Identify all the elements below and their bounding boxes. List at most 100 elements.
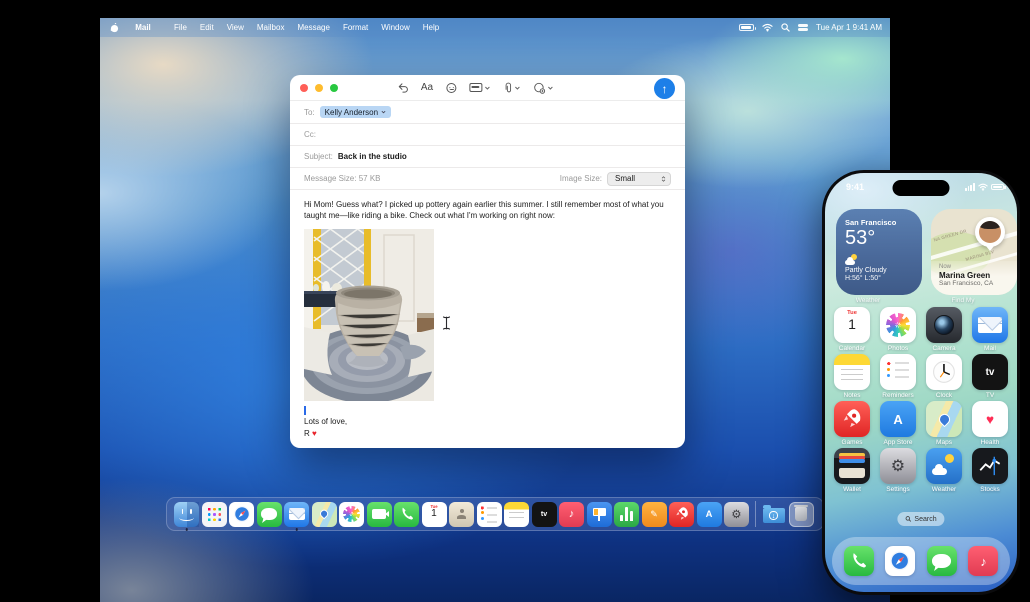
appstore-app-icon[interactable]: A bbox=[880, 401, 916, 437]
wallet-app-icon[interactable] bbox=[834, 448, 870, 484]
weather-widget[interactable]: San Francisco 53° Partly Cloudy H:56° L:… bbox=[836, 209, 922, 295]
app-mail[interactable]: Mail bbox=[972, 307, 1008, 352]
app-appstore[interactable]: A App Store bbox=[880, 401, 916, 446]
dock-reminders-icon[interactable] bbox=[476, 501, 502, 527]
weatherapp-app-icon[interactable] bbox=[926, 448, 962, 484]
iphone-dock-messages-icon[interactable] bbox=[926, 546, 957, 576]
dock-finder-icon[interactable] bbox=[174, 501, 199, 527]
find-my-widget[interactable]: NA GREEN DR MARINA BLV Now Marina Green … bbox=[931, 209, 1017, 295]
battery-icon[interactable] bbox=[739, 24, 757, 31]
app-tv[interactable]: tv TV bbox=[972, 354, 1008, 399]
header-style-button[interactable] bbox=[469, 83, 490, 92]
app-wallet[interactable]: Wallet bbox=[834, 448, 870, 493]
insert-photo-button[interactable] bbox=[533, 82, 553, 94]
app-reminders[interactable]: Reminders bbox=[880, 354, 916, 399]
app-photos[interactable]: Photos bbox=[880, 307, 916, 352]
dock-maps-icon[interactable] bbox=[311, 501, 337, 527]
mail-app-icon[interactable] bbox=[972, 307, 1008, 343]
iphone-dock-music-icon[interactable]: ♪ bbox=[968, 546, 999, 576]
dock-launchpad-icon[interactable] bbox=[201, 501, 227, 527]
menu-item-mailbox[interactable]: Mailbox bbox=[257, 23, 285, 32]
games-app-icon[interactable] bbox=[834, 401, 870, 437]
menu-item-file[interactable]: File bbox=[174, 23, 187, 32]
dock-phone-icon[interactable] bbox=[394, 501, 419, 527]
dock-numbers-icon[interactable] bbox=[614, 501, 639, 527]
control-center-icon[interactable] bbox=[798, 23, 809, 32]
dock-calendar-icon[interactable]: Tue 1 bbox=[421, 501, 447, 527]
stocks-app-icon[interactable] bbox=[972, 448, 1008, 484]
dock-pages-icon[interactable]: ✎ bbox=[641, 501, 667, 527]
maps-app-icon[interactable] bbox=[926, 401, 962, 437]
subject-field[interactable]: Subject: Back in the studio bbox=[290, 146, 685, 168]
app-label: Photos bbox=[887, 345, 909, 352]
header-field-icon bbox=[469, 83, 483, 92]
app-label: Settings bbox=[886, 486, 910, 493]
app-clock[interactable]: Clock bbox=[926, 354, 962, 399]
search-icon[interactable] bbox=[781, 23, 790, 32]
attach-button[interactable] bbox=[503, 82, 520, 94]
dock-contacts-icon[interactable] bbox=[449, 501, 474, 527]
emoji-button[interactable] bbox=[446, 82, 457, 93]
photos-app-icon[interactable] bbox=[880, 307, 916, 343]
menu-bar-clock[interactable]: Tue Apr 1 9:41 AM bbox=[816, 23, 882, 32]
menu-item-window[interactable]: Window bbox=[381, 23, 409, 32]
image-size-select[interactable]: Small bbox=[607, 171, 671, 186]
app-stocks[interactable]: Stocks bbox=[972, 448, 1008, 493]
app-games[interactable]: Games bbox=[834, 401, 870, 446]
reminders-app-icon[interactable] bbox=[880, 354, 916, 390]
dock-settings-icon[interactable]: ⚙ bbox=[724, 501, 749, 527]
home-search-pill[interactable]: Search bbox=[897, 512, 945, 526]
clock-app-icon[interactable] bbox=[926, 354, 962, 390]
notes-app-icon[interactable] bbox=[834, 354, 870, 390]
image-size-label: Image Size: bbox=[559, 174, 602, 183]
app-settings[interactable]: ⚙ Settings bbox=[880, 448, 916, 493]
dock-safari-icon[interactable] bbox=[229, 501, 254, 527]
attached-pottery-photo[interactable] bbox=[304, 229, 434, 402]
dock-trash-icon[interactable] bbox=[788, 501, 814, 527]
app-notes[interactable]: Notes bbox=[834, 354, 870, 399]
camera-app-icon[interactable] bbox=[926, 307, 962, 343]
menu-item-message[interactable]: Message bbox=[297, 23, 329, 32]
dock-facetime-icon[interactable] bbox=[366, 501, 392, 527]
menu-item-mail[interactable]: Mail bbox=[125, 23, 161, 32]
menu-item-view[interactable]: View bbox=[227, 23, 244, 32]
menu-item-help[interactable]: Help bbox=[423, 23, 439, 32]
apple-menu-icon[interactable] bbox=[110, 22, 119, 33]
dock-appstore-icon[interactable]: A bbox=[696, 501, 722, 527]
dock-notes-icon[interactable] bbox=[504, 501, 529, 527]
app-maps[interactable]: Maps bbox=[926, 401, 962, 446]
calendar-app-icon[interactable]: Tue 1 bbox=[834, 307, 870, 343]
dock-messages-icon[interactable] bbox=[256, 501, 282, 527]
menu-item-format[interactable]: Format bbox=[343, 23, 368, 32]
dock-downloads-icon[interactable]: ↓ bbox=[761, 502, 786, 527]
dock-games-icon[interactable] bbox=[669, 501, 694, 527]
minimize-button[interactable] bbox=[315, 83, 323, 92]
dock-tv-icon[interactable]: tv bbox=[531, 501, 557, 527]
app-camera[interactable]: Camera bbox=[926, 307, 962, 352]
app-weatherapp[interactable]: Weather bbox=[926, 448, 962, 493]
wifi-icon[interactable] bbox=[762, 23, 773, 32]
format-button[interactable]: Aa bbox=[421, 82, 433, 93]
dock-keynote-icon[interactable] bbox=[586, 501, 612, 527]
dock-photos-icon[interactable] bbox=[339, 501, 364, 527]
app-calendar[interactable]: Tue 1 Calendar bbox=[834, 307, 870, 352]
message-body[interactable]: Hi Mom! Guess what? I picked up pottery … bbox=[290, 190, 685, 439]
menu-item-edit[interactable]: Edit bbox=[200, 23, 214, 32]
send-button[interactable]: ↑ bbox=[654, 78, 675, 99]
settings-app-icon[interactable]: ⚙ bbox=[880, 448, 916, 484]
window-titlebar[interactable]: Aa ↑ bbox=[290, 75, 685, 101]
dock-mail-icon[interactable] bbox=[284, 501, 309, 527]
recipient-pill[interactable]: Kelly Anderson bbox=[319, 106, 392, 118]
tv-app-icon[interactable]: tv bbox=[972, 354, 1008, 390]
app-label: Mail bbox=[984, 345, 996, 352]
app-health[interactable]: ♥ Health bbox=[972, 401, 1008, 446]
dock-music-icon[interactable]: ♪ bbox=[559, 501, 584, 527]
undo-button[interactable] bbox=[397, 82, 408, 93]
weather-widget-label: Weather bbox=[855, 297, 881, 304]
zoom-button[interactable] bbox=[330, 83, 338, 92]
iphone-dock-safari-icon[interactable] bbox=[885, 546, 916, 576]
health-app-icon[interactable]: ♥ bbox=[972, 401, 1008, 437]
iphone-dock-phone-icon[interactable] bbox=[843, 546, 874, 576]
close-button[interactable] bbox=[300, 83, 308, 92]
cc-field[interactable]: Cc: bbox=[290, 124, 685, 146]
